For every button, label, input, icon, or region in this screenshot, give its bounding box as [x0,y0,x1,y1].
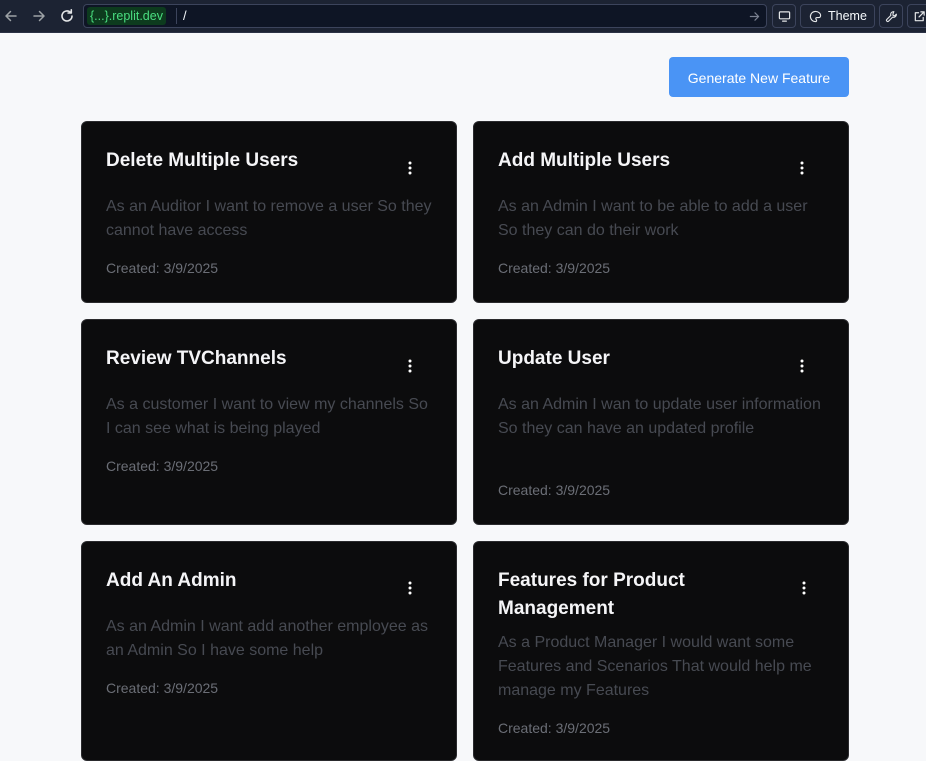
url-go-button[interactable] [747,9,761,23]
feature-card-created-date: Created: 3/9/2025 [498,482,611,498]
feature-card-created-date: Created: 3/9/2025 [498,720,611,736]
feature-card-description: As an Admin I want to be able to add a u… [498,198,808,239]
feature-card-menu-button[interactable] [792,356,812,376]
feature-card-created-date: Created: 3/9/2025 [106,680,219,696]
more-vertical-icon [408,161,412,175]
feature-card[interactable]: Features for Product Management As a Pro… [473,541,849,761]
feature-card[interactable]: Add An Admin As an Admin I want add anot… [81,541,457,761]
feature-card[interactable]: Review TVChannels As a customer I want t… [81,319,457,525]
more-vertical-icon [800,161,804,175]
arrow-right-icon [33,10,45,22]
theme-button[interactable]: Theme [800,4,875,28]
tools-button[interactable] [879,4,903,28]
feature-card-created-date: Created: 3/9/2025 [106,458,219,474]
feature-card-menu-button[interactable] [400,578,420,598]
open-new-tab-button[interactable] [907,4,926,28]
feature-card-description: As an Admin I want add another employee … [106,618,428,659]
feature-card[interactable]: Add Multiple Users As an Admin I want to… [473,121,849,303]
url-path-input[interactable] [183,5,743,27]
feature-card-menu-button[interactable] [400,356,420,376]
feature-card-title: Delete Multiple Users [106,150,299,171]
feature-card-title: Add Multiple Users [498,150,671,171]
feature-card-title: Review TVChannels [106,348,287,369]
devtools-button[interactable] [772,4,796,28]
feature-card-menu-button[interactable] [794,578,814,598]
theme-label: Theme [828,9,867,23]
feature-card-description: As a Product Manager I would want some F… [498,634,812,699]
feature-card[interactable]: Update User As an Admin I wan to update … [473,319,849,525]
feature-card-title: Update User [498,348,610,369]
external-link-icon [914,10,925,21]
wrench-icon [885,10,897,22]
url-divider [176,8,177,24]
url-bar[interactable]: {...}.replit.dev [83,4,767,28]
generate-new-feature-button[interactable]: Generate New Feature [669,57,849,97]
arrow-left-icon [5,10,17,22]
feature-card-title: Features for Product Management [498,570,685,619]
monitor-icon [778,10,790,22]
reload-button[interactable] [56,5,78,27]
feature-card-menu-button[interactable] [400,158,420,178]
feature-card-description: As a customer I want to view my channels… [106,396,428,437]
feature-card-created-date: Created: 3/9/2025 [498,260,611,276]
arrow-right-icon [749,11,759,21]
feature-card[interactable]: Delete Multiple Users As an Auditor I wa… [81,121,457,303]
feature-card-description: As an Admin I wan to update user informa… [498,396,821,437]
url-domain: {...}.replit.dev [87,7,166,25]
back-button[interactable] [0,5,22,27]
palette-icon [809,10,822,22]
more-vertical-icon [408,359,412,373]
reload-icon [61,9,73,22]
feature-card-menu-button[interactable] [792,158,812,178]
browser-toolbar: {...}.replit.dev Theme [0,0,926,33]
feature-card-created-date: Created: 3/9/2025 [106,260,219,276]
more-vertical-icon [408,581,412,595]
more-vertical-icon [802,581,806,595]
feature-card-title: Add An Admin [106,570,237,591]
forward-button[interactable] [28,5,50,27]
more-vertical-icon [800,359,804,373]
feature-card-description: As an Auditor I want to remove a user So… [106,198,432,239]
